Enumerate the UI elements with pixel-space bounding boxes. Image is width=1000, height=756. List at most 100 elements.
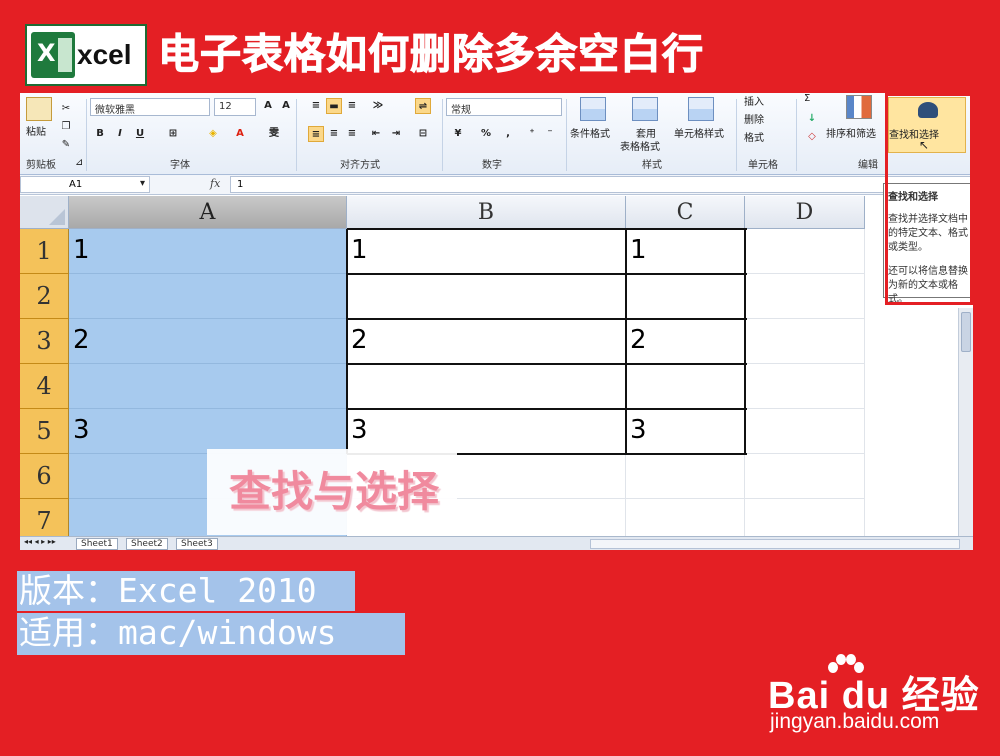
- cell-b2[interactable]: [347, 274, 626, 319]
- cell-b1[interactable]: 1: [347, 229, 626, 274]
- cell-c5[interactable]: 3: [626, 409, 745, 454]
- cut-icon[interactable]: ✂: [58, 101, 74, 117]
- font-name-combo[interactable]: 微软雅黑: [90, 98, 210, 116]
- align-middle-icon[interactable]: ▬: [326, 98, 342, 114]
- fill-color-icon[interactable]: ◈: [205, 126, 221, 142]
- italic-button[interactable]: I: [112, 126, 128, 142]
- cell-d7[interactable]: [745, 499, 865, 536]
- cell-c3[interactable]: 2: [626, 319, 745, 364]
- logo-text: xcel: [77, 39, 132, 70]
- wen-button[interactable]: 雯: [266, 126, 282, 142]
- tab-sheet1[interactable]: Sheet1: [76, 538, 118, 550]
- sort-filter-icon[interactable]: [846, 95, 872, 119]
- cells-group-label: 单元格: [748, 160, 778, 171]
- orientation-icon[interactable]: ≫: [370, 98, 386, 114]
- autosum-button[interactable]: Σ: [804, 93, 810, 104]
- cell-d5[interactable]: [745, 409, 865, 454]
- column-header-d[interactable]: D: [745, 196, 865, 229]
- column-header-b[interactable]: B: [347, 196, 626, 229]
- cell-d6[interactable]: [745, 454, 865, 499]
- increase-decimal-icon[interactable]: ⁺: [524, 126, 540, 142]
- row-header-2[interactable]: 2: [20, 274, 69, 319]
- tab-sheet2[interactable]: Sheet2: [126, 538, 168, 550]
- cell-c6[interactable]: [626, 454, 745, 499]
- fx-icon[interactable]: fx: [210, 177, 220, 190]
- vertical-scrollbar[interactable]: [958, 308, 973, 536]
- row-header-4[interactable]: 4: [20, 364, 69, 409]
- clear-icon[interactable]: ◇: [804, 129, 820, 145]
- bold-button[interactable]: B: [92, 126, 108, 142]
- font-color-button[interactable]: A: [232, 126, 248, 142]
- cell-a5[interactable]: 3: [69, 409, 347, 454]
- paste-icon[interactable]: [26, 97, 52, 121]
- cell-d1[interactable]: [745, 229, 865, 274]
- cell-a3[interactable]: 2: [69, 319, 347, 364]
- wrap-text-icon[interactable]: ⇌: [415, 98, 431, 114]
- currency-icon[interactable]: ¥: [450, 126, 466, 142]
- cell-d4[interactable]: [745, 364, 865, 409]
- cell-c7[interactable]: [626, 499, 745, 536]
- align-group-label: 对齐方式: [340, 160, 380, 171]
- conditional-format-icon[interactable]: [580, 97, 606, 121]
- row-header-5[interactable]: 5: [20, 409, 69, 454]
- increase-indent-icon[interactable]: ⇥: [388, 126, 404, 142]
- cell-d3[interactable]: [745, 319, 865, 364]
- align-center-icon[interactable]: ≡: [326, 126, 342, 142]
- underline-button[interactable]: U: [132, 126, 148, 142]
- column-header-a[interactable]: A: [69, 196, 347, 229]
- cell-c4[interactable]: [626, 364, 745, 409]
- tooltip-body-2: 还可以将信息替换为新的文本或格式。: [888, 266, 968, 305]
- name-box-dropdown-icon[interactable]: ▾: [140, 178, 145, 189]
- select-all-corner[interactable]: [20, 196, 69, 229]
- tab-nav-icon[interactable]: ◂◂ ◂ ▸ ▸▸: [24, 537, 56, 546]
- cell-b4[interactable]: [347, 364, 626, 409]
- tab-sheet3[interactable]: Sheet3: [176, 538, 218, 550]
- copy-icon[interactable]: ❐: [58, 119, 74, 135]
- row-header-1[interactable]: 1: [20, 229, 69, 274]
- grow-font-icon[interactable]: A: [260, 98, 276, 114]
- delete-button[interactable]: 删除: [744, 111, 764, 126]
- number-format-combo[interactable]: 常规: [446, 98, 562, 116]
- row-header-7[interactable]: 7: [20, 499, 69, 536]
- border-icon[interactable]: ⊞: [165, 126, 181, 142]
- conditional-format-button[interactable]: 条件格式: [570, 125, 610, 140]
- horizontal-scrollbar[interactable]: [590, 539, 960, 549]
- paste-button[interactable]: 粘贴: [26, 123, 46, 138]
- cell-style-icon[interactable]: [688, 97, 714, 121]
- shrink-font-icon[interactable]: A: [278, 98, 294, 114]
- cell-c2[interactable]: [626, 274, 745, 319]
- font-size-combo[interactable]: 12: [214, 98, 256, 116]
- cell-style-button[interactable]: 单元格样式: [674, 125, 724, 140]
- row-header-3[interactable]: 3: [20, 319, 69, 364]
- decrease-decimal-icon[interactable]: ⁻: [542, 126, 558, 142]
- align-top-icon[interactable]: ≡: [308, 98, 324, 114]
- cell-d2[interactable]: [745, 274, 865, 319]
- cell-a2[interactable]: [69, 274, 347, 319]
- percent-button[interactable]: %: [478, 126, 494, 142]
- decrease-indent-icon[interactable]: ⇤: [368, 126, 384, 142]
- table-format-icon[interactable]: [632, 97, 658, 121]
- cell-b3[interactable]: 2: [347, 319, 626, 364]
- sort-filter-button[interactable]: 排序和筛选: [826, 125, 876, 140]
- table-format-button-line2[interactable]: 表格格式: [620, 138, 660, 153]
- cell-a4[interactable]: [69, 364, 347, 409]
- cell-a1[interactable]: 1: [69, 229, 347, 274]
- align-bottom-icon[interactable]: ≡: [344, 98, 360, 114]
- formula-input[interactable]: 1: [230, 176, 973, 193]
- cell-c1[interactable]: 1: [626, 229, 745, 274]
- format-painter-icon[interactable]: ✎: [58, 137, 74, 153]
- find-select-button[interactable]: 查找和选择 ↖: [888, 97, 966, 153]
- row-header-6[interactable]: 6: [20, 454, 69, 499]
- column-header-c[interactable]: C: [626, 196, 745, 229]
- insert-button[interactable]: 插入: [744, 93, 764, 108]
- scroll-thumb[interactable]: [961, 312, 971, 352]
- comma-button[interactable]: ,: [500, 126, 516, 142]
- align-right-icon[interactable]: ≡: [344, 126, 360, 142]
- merge-center-icon[interactable]: ⊟: [415, 126, 431, 142]
- name-box[interactable]: A1: [20, 176, 150, 193]
- format-button[interactable]: 格式: [744, 129, 764, 144]
- align-left-icon[interactable]: ≡: [308, 126, 324, 142]
- dialog-launcher-icon[interactable]: ⊿: [75, 157, 83, 168]
- fill-icon[interactable]: ↓: [804, 111, 820, 127]
- cell-b5[interactable]: 3: [347, 409, 626, 454]
